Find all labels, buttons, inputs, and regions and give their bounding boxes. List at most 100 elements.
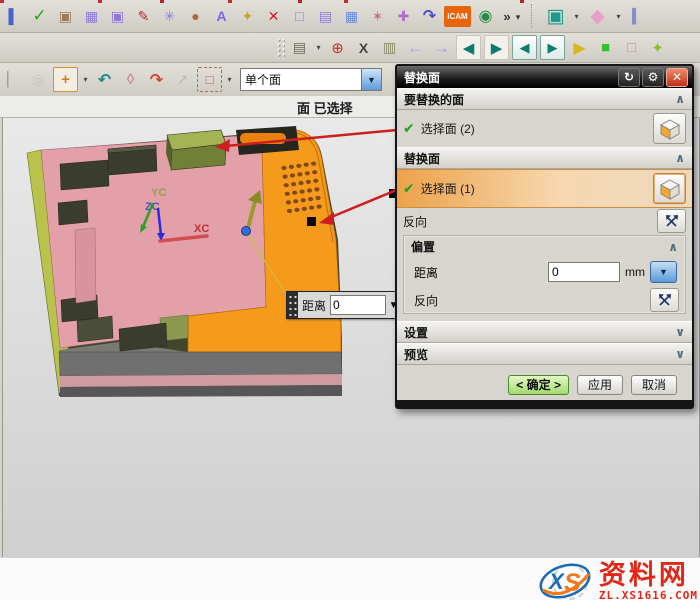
- face-select-button[interactable]: [653, 113, 686, 144]
- dialog-titlebar[interactable]: 替换面 ↻ ⚙ ✕: [397, 66, 692, 88]
- reverse-direction-row: 反向: [397, 208, 692, 234]
- reverse-offset-button[interactable]: [650, 288, 679, 312]
- notebook-icon[interactable]: ▤: [288, 36, 311, 59]
- bottom-strip: X S 资料网 ZL.XS1616.COM: [0, 557, 700, 600]
- edit-note-icon[interactable]: ✎: [132, 5, 155, 28]
- green-block-icon[interactable]: ■: [594, 36, 617, 59]
- edge-partial-icon[interactable]: ▍: [626, 5, 649, 28]
- distance-widget-input[interactable]: [330, 295, 386, 315]
- logo-x: X: [547, 569, 565, 594]
- expand-chevron-icon[interactable]: ∨: [675, 347, 685, 361]
- reverse-label: 反向: [403, 213, 427, 230]
- face-select-button-active[interactable]: [653, 173, 686, 204]
- boolean-ops-icon[interactable]: ▣: [542, 3, 569, 29]
- back-arrow-purple-icon[interactable]: ←: [404, 36, 427, 59]
- dialog-settings-icon[interactable]: ⚙: [642, 68, 664, 87]
- primitive-cube-dropdown-icon[interactable]: ▾: [614, 12, 623, 21]
- cancel-button[interactable]: 取消: [631, 375, 677, 395]
- face-rule-combobox[interactable]: 单个面 ▼: [240, 68, 382, 91]
- boolean-ops-dropdown-icon[interactable]: ▾: [572, 12, 581, 21]
- undo-icon[interactable]: ↶: [93, 68, 116, 91]
- cascade-windows-icon[interactable]: ▤: [314, 5, 337, 28]
- csys-display-icon[interactable]: ⊕: [326, 36, 349, 59]
- highlight-lamp-icon[interactable]: ✦: [646, 36, 669, 59]
- collapse-chevron-icon[interactable]: ∧: [675, 151, 685, 165]
- ok-button[interactable]: < 确定 >: [508, 375, 569, 395]
- select-faces-row[interactable]: ✔ 选择面 (2): [397, 110, 692, 147]
- onscreen-distance-widget[interactable]: 距离 ▼: [286, 291, 402, 319]
- toolbar-overflow-more-icon[interactable]: ▾: [511, 6, 525, 29]
- drag-arrow-disabled-icon[interactable]: ↗: [171, 68, 194, 91]
- new-window-icon[interactable]: □: [288, 5, 311, 28]
- forward-arrow-purple-icon[interactable]: →: [430, 36, 453, 59]
- prev-step-teal-icon[interactable]: ◀: [456, 35, 481, 60]
- distance-input[interactable]: [548, 262, 620, 282]
- select-replacement-face-label: 选择面 (1): [421, 180, 475, 197]
- snap-point-dropdown-icon[interactable]: ▾: [81, 75, 90, 84]
- reverse-offset-row: 反向: [404, 287, 685, 313]
- play-solid-icon[interactable]: ▶: [568, 36, 591, 59]
- unit-dropdown-icon[interactable]: ▼: [650, 261, 677, 283]
- cube-icon: [659, 178, 681, 200]
- collapse-chevron-icon[interactable]: ∧: [668, 240, 678, 254]
- distance-row: 距离 mm ▼: [404, 257, 685, 287]
- icam-icon[interactable]: iCAM: [444, 6, 471, 27]
- assembly-part-icon[interactable]: ▌: [2, 5, 25, 28]
- watermark-site-url: ZL.XS1616.COM: [599, 590, 698, 600]
- toolbar-drag-handle-icon[interactable]: [276, 37, 285, 59]
- move-component-icon[interactable]: ▣: [106, 5, 129, 28]
- primitive-cube-icon[interactable]: ◆: [584, 3, 611, 29]
- reverse-direction-button[interactable]: [657, 209, 686, 233]
- spray-tool-icon[interactable]: ✶: [366, 5, 389, 28]
- dialog-buttons: < 确定 > 应用 取消: [397, 369, 692, 400]
- first-step-teal-icon[interactable]: ◀: [512, 35, 537, 60]
- section-settings[interactable]: 设置 ∨: [397, 321, 692, 343]
- dialog-reset-icon[interactable]: ↻: [618, 68, 640, 87]
- approve-check-icon[interactable]: ✓: [28, 5, 51, 28]
- widget-drag-handle-icon[interactable]: [287, 292, 298, 318]
- section-replacement-face[interactable]: 替换面 ∧: [397, 147, 692, 169]
- pattern-component-icon[interactable]: ▦: [80, 5, 103, 28]
- delete-document-icon[interactable]: ✕: [262, 5, 285, 28]
- check-icon: ✔: [403, 180, 415, 197]
- section-preview[interactable]: 预览 ∨: [397, 343, 692, 365]
- dialog-title: 替换面: [401, 69, 616, 86]
- pink-box-icon[interactable]: □: [620, 36, 643, 59]
- face-rule-dropdown-icon[interactable]: ▼: [361, 69, 381, 90]
- section-label: 替换面: [404, 150, 440, 167]
- status-text: 面 已选择: [297, 98, 353, 117]
- component-text-icon[interactable]: A: [210, 5, 233, 28]
- section-offset[interactable]: 偏置 ∧: [404, 236, 685, 257]
- section-faces-to-replace[interactable]: 要替换的面 ∧: [397, 88, 692, 110]
- marquee-select-dropdown-icon[interactable]: ▾: [225, 75, 234, 84]
- dialog-close-icon[interactable]: ✕: [666, 68, 688, 87]
- logo-s: S: [564, 569, 581, 597]
- measure-x-icon[interactable]: X: [352, 36, 375, 59]
- selection-hands-icon[interactable]: ◎: [27, 68, 50, 91]
- watermark-site-name: 资料网: [599, 562, 689, 589]
- eraser-icon[interactable]: ◊: [119, 68, 142, 91]
- reverse-offset-label: 反向: [414, 292, 438, 309]
- grid-view-icon[interactable]: ▦: [340, 5, 363, 28]
- sheet-stack-icon[interactable]: ▥: [378, 36, 401, 59]
- panel-grip-icon[interactable]: ▏: [1, 68, 24, 91]
- globe-clock-icon[interactable]: ◉: [474, 5, 497, 28]
- redo-move-icon[interactable]: ↷: [145, 68, 168, 91]
- apply-button[interactable]: 应用: [577, 375, 623, 395]
- snap-point-icon[interactable]: +: [53, 67, 78, 92]
- exploded-view-icon[interactable]: ✳: [158, 5, 181, 28]
- sphere-trim-icon[interactable]: ●: [184, 5, 207, 28]
- loop-arrow-icon[interactable]: ↷: [418, 5, 441, 28]
- select-replacement-face-row[interactable]: ✔ 选择面 (1): [397, 169, 692, 208]
- add-component-icon[interactable]: ▣: [54, 5, 77, 28]
- notebook-dropdown-icon[interactable]: ▾: [314, 43, 323, 52]
- wrench-tool-icon[interactable]: ✚: [392, 5, 415, 28]
- component-key-icon[interactable]: ✦: [236, 5, 259, 28]
- collapse-chevron-icon[interactable]: ∧: [675, 92, 685, 106]
- distance-label: 距离: [414, 264, 438, 281]
- expand-chevron-icon[interactable]: ∨: [675, 325, 685, 339]
- last-step-teal-icon[interactable]: ▶: [540, 35, 565, 60]
- preview-label: 预览: [404, 346, 428, 363]
- marquee-select-icon[interactable]: □: [197, 67, 222, 92]
- next-step-teal-icon[interactable]: ▶: [484, 35, 509, 60]
